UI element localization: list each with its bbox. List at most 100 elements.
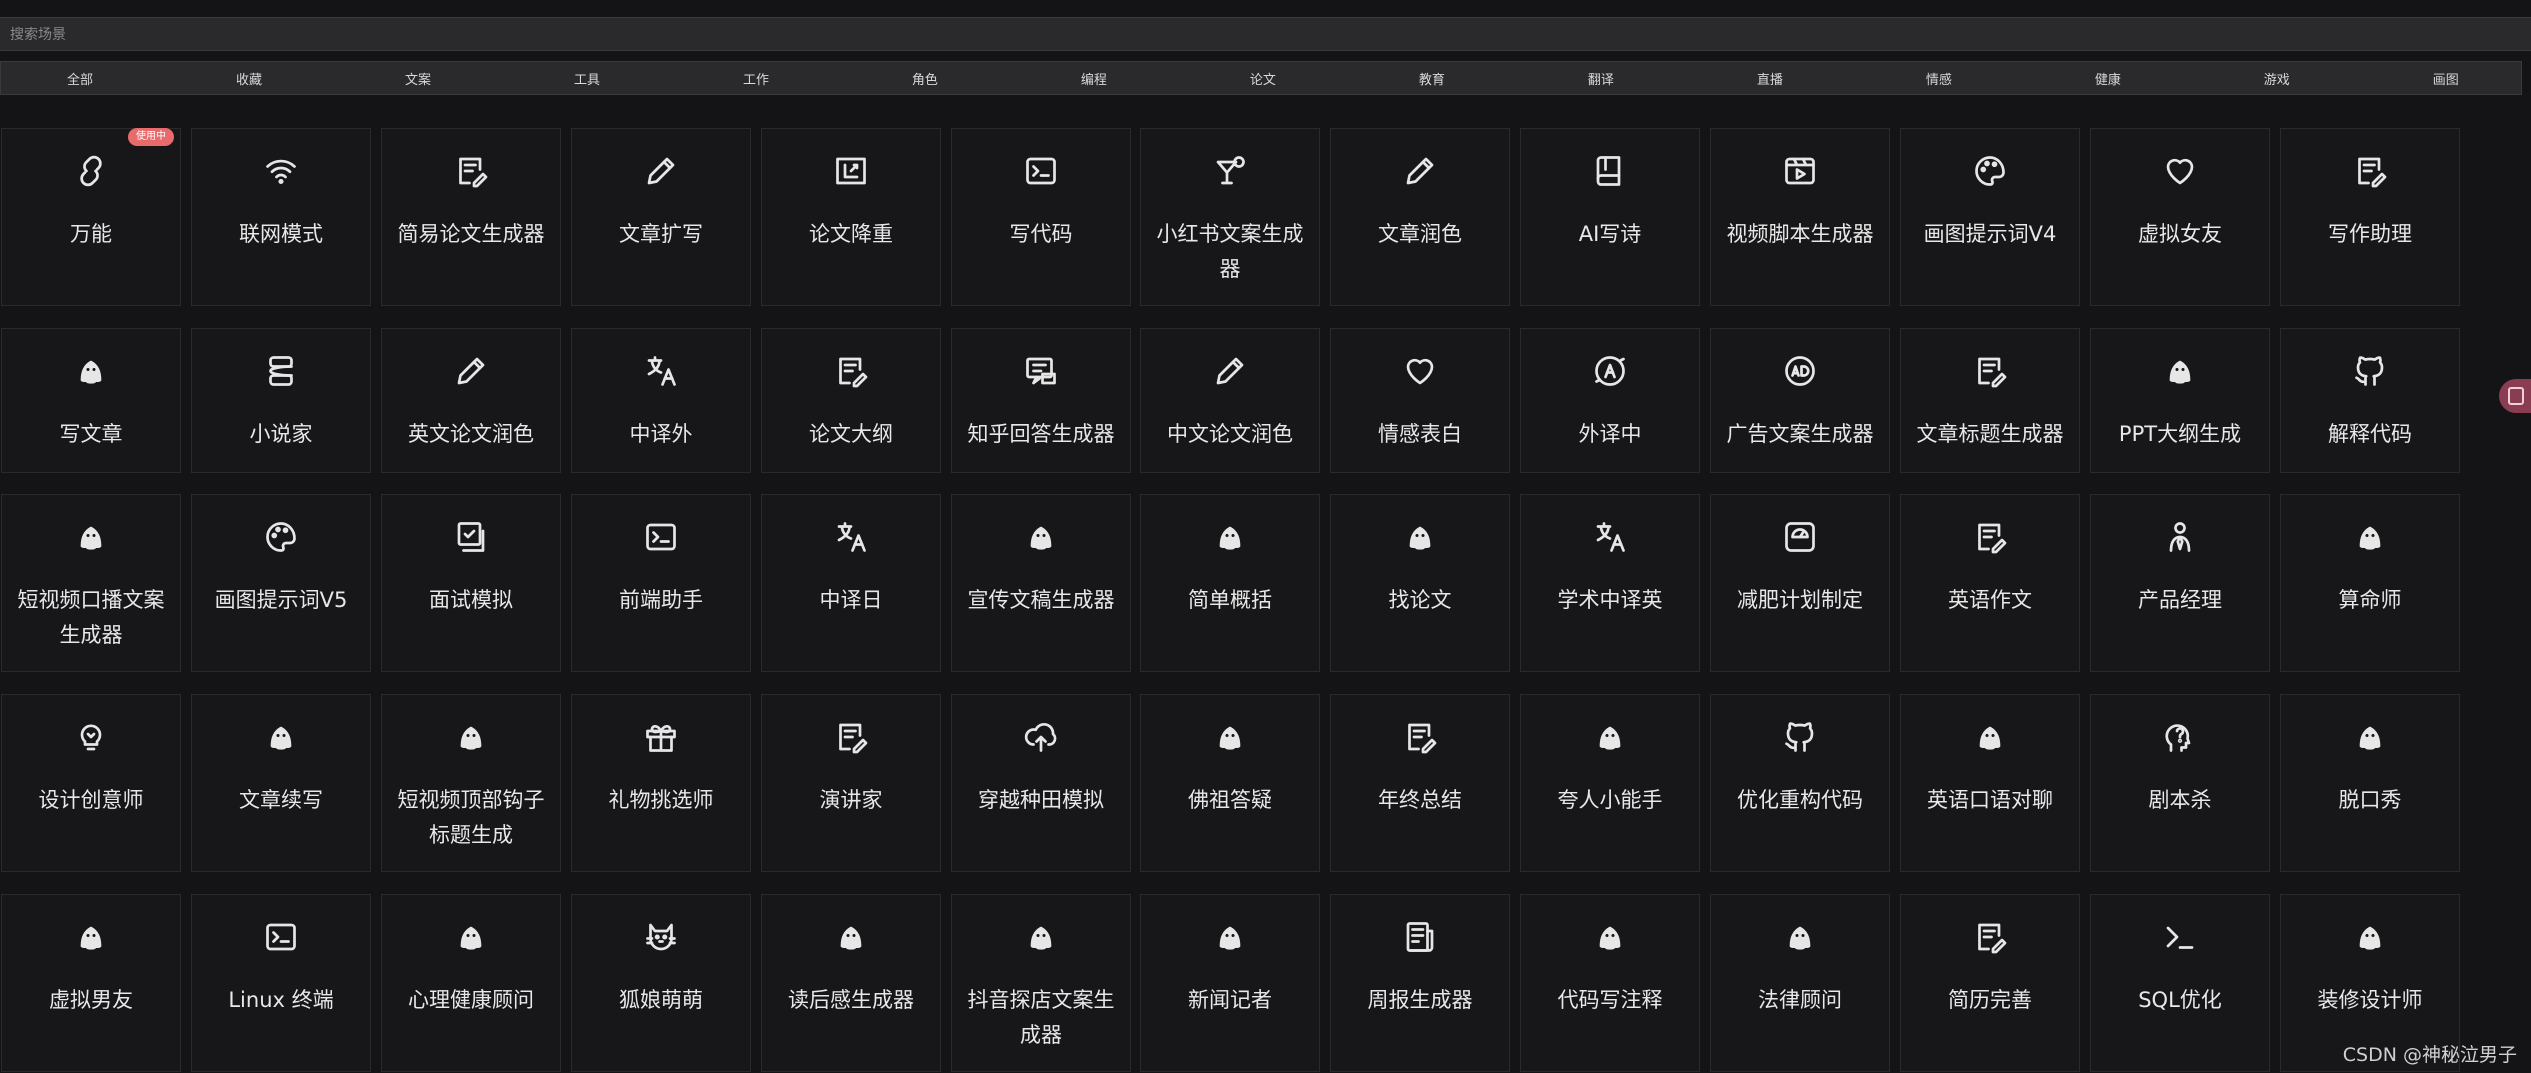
- scene-card[interactable]: 穿越种田模拟: [951, 694, 1131, 872]
- scene-card[interactable]: 写代码: [951, 128, 1131, 306]
- tab-category[interactable]: 工作: [743, 69, 769, 88]
- scene-card[interactable]: 中译外: [571, 328, 751, 473]
- scene-card[interactable]: 小说家: [191, 328, 371, 473]
- gift-icon: [641, 717, 681, 757]
- pencil-icon: [1210, 351, 1250, 391]
- scene-card[interactable]: 礼物挑选师: [571, 694, 751, 872]
- scene-card[interactable]: 论文大纲: [761, 328, 941, 473]
- scene-card[interactable]: Linux 终端: [191, 894, 371, 1072]
- scene-card[interactable]: 解释代码: [2280, 328, 2460, 473]
- scene-card[interactable]: 小红书文案生成器: [1140, 128, 1320, 306]
- scene-card[interactable]: 代码写注释: [1520, 894, 1700, 1072]
- scene-card[interactable]: 狐娘萌萌: [571, 894, 751, 1072]
- scene-card[interactable]: 知乎回答生成器: [951, 328, 1131, 473]
- scene-card[interactable]: 画图提示词V5: [191, 494, 371, 672]
- scene-card[interactable]: 心理健康顾问: [381, 894, 561, 1072]
- scene-card[interactable]: 面试模拟: [381, 494, 561, 672]
- scene-card-label: 心理健康顾问: [408, 988, 534, 1012]
- tab-category[interactable]: 直播: [1757, 69, 1783, 88]
- scene-card[interactable]: 文章标题生成器: [1900, 328, 2080, 473]
- scene-card[interactable]: 情感表白: [1330, 328, 1510, 473]
- translate-icon: [831, 517, 871, 557]
- head-question-icon: [2160, 717, 2200, 757]
- tab-category[interactable]: 教育: [1419, 69, 1445, 88]
- scene-card[interactable]: 宣传文稿生成器: [951, 494, 1131, 672]
- tab-category[interactable]: 画图: [2433, 69, 2459, 88]
- scene-card[interactable]: 英语口语对聊: [1900, 694, 2080, 872]
- scene-card[interactable]: 中文论文润色: [1140, 328, 1320, 473]
- bulb-icon: [71, 717, 111, 757]
- scene-card[interactable]: 脱口秀: [2280, 694, 2460, 872]
- scene-card[interactable]: 中译日: [761, 494, 941, 672]
- scene-card[interactable]: 短视频顶部钩子标题生成: [381, 694, 561, 872]
- ghost-icon: [1021, 517, 1061, 557]
- scene-card[interactable]: 简历完善: [1900, 894, 2080, 1072]
- scene-card[interactable]: 优化重构代码: [1710, 694, 1890, 872]
- doc-edit-icon: [1970, 351, 2010, 391]
- scene-card[interactable]: 找论文: [1330, 494, 1510, 672]
- scene-card[interactable]: 文章扩写: [571, 128, 751, 306]
- scene-card[interactable]: 虚拟女友: [2090, 128, 2270, 306]
- tab-category[interactable]: 角色: [912, 69, 938, 88]
- scene-card[interactable]: 虚拟男友: [1, 894, 181, 1072]
- search-bar[interactable]: [0, 17, 2531, 52]
- scene-card-label: 学术中译英: [1557, 588, 1663, 612]
- tab-category[interactable]: 编程: [1081, 69, 1107, 88]
- tab-category[interactable]: 健康: [2095, 69, 2121, 88]
- tab-category[interactable]: 翻译: [1588, 69, 1614, 88]
- scene-card[interactable]: 减肥计划制定: [1710, 494, 1890, 672]
- scene-card[interactable]: 联网模式: [191, 128, 371, 306]
- scene-card-label: 宣传文稿生成器: [967, 588, 1115, 612]
- scene-card[interactable]: 产品经理: [2090, 494, 2270, 672]
- scene-card[interactable]: 佛祖答疑: [1140, 694, 1320, 872]
- scene-card[interactable]: 学术中译英: [1520, 494, 1700, 672]
- scene-card[interactable]: 外译中: [1520, 328, 1700, 473]
- scene-card[interactable]: 设计创意师: [1, 694, 181, 872]
- scene-card[interactable]: 广告文案生成器: [1710, 328, 1890, 473]
- ghost-icon: [71, 351, 111, 391]
- scene-card[interactable]: 演讲家: [761, 694, 941, 872]
- side-floating-tab[interactable]: [2499, 379, 2531, 413]
- book-icon: [1590, 151, 1630, 191]
- scene-card[interactable]: 抖音探店文案生成器: [951, 894, 1131, 1072]
- scene-card[interactable]: 读后感生成器: [761, 894, 941, 1072]
- scene-card[interactable]: 视频脚本生成器: [1710, 128, 1890, 306]
- scene-card[interactable]: 文章续写: [191, 694, 371, 872]
- scene-card[interactable]: SQL优化: [2090, 894, 2270, 1072]
- tab-category[interactable]: 工具: [574, 69, 600, 88]
- tab-category[interactable]: 收藏: [236, 69, 262, 88]
- scene-card[interactable]: 前端助手: [571, 494, 751, 672]
- doc-edit-icon: [2350, 151, 2390, 191]
- scene-card[interactable]: 年终总结: [1330, 694, 1510, 872]
- tab-category[interactable]: 论文: [1250, 69, 1276, 88]
- translate-circle-icon: [1590, 351, 1630, 391]
- scene-card[interactable]: AI写诗: [1520, 128, 1700, 306]
- scene-card[interactable]: 夸人小能手: [1520, 694, 1700, 872]
- scene-card[interactable]: 英语作文: [1900, 494, 2080, 672]
- scene-card[interactable]: 剧本杀: [2090, 694, 2270, 872]
- tab-category[interactable]: 文案: [405, 69, 431, 88]
- scene-card[interactable]: 简单概括: [1140, 494, 1320, 672]
- scene-card[interactable]: 写文章: [1, 328, 181, 473]
- tab-category[interactable]: 全部: [67, 69, 93, 88]
- scene-card[interactable]: 论文降重: [761, 128, 941, 306]
- scene-card[interactable]: 简易论文生成器: [381, 128, 561, 306]
- scene-card[interactable]: 万能 使用中: [1, 128, 181, 306]
- scene-card[interactable]: 短视频口播文案生成器: [1, 494, 181, 672]
- scene-card[interactable]: 画图提示词V4: [1900, 128, 2080, 306]
- palette-icon: [1970, 151, 2010, 191]
- search-input[interactable]: [8, 18, 2531, 52]
- scene-card[interactable]: 文章润色: [1330, 128, 1510, 306]
- scene-card[interactable]: PPT大纲生成: [2090, 328, 2270, 473]
- scene-card[interactable]: 周报生成器: [1330, 894, 1510, 1072]
- scene-card-label: 设计创意师: [38, 788, 144, 812]
- scene-card[interactable]: 英文论文润色: [381, 328, 561, 473]
- category-tabs: 全部 收藏 文案 工具 工作 角色 编程 论文 教育 翻译 直播 情感 健康 游戏 画图: [0, 61, 2522, 95]
- scene-card[interactable]: 法律顾问: [1710, 894, 1890, 1072]
- scene-card-label: 写文章: [59, 422, 123, 446]
- scene-card[interactable]: 算命师: [2280, 494, 2460, 672]
- tab-category[interactable]: 情感: [1926, 69, 1952, 88]
- scene-card[interactable]: 新闻记者: [1140, 894, 1320, 1072]
- scene-card[interactable]: 写作助理: [2280, 128, 2460, 306]
- tab-category[interactable]: 游戏: [2264, 69, 2290, 88]
